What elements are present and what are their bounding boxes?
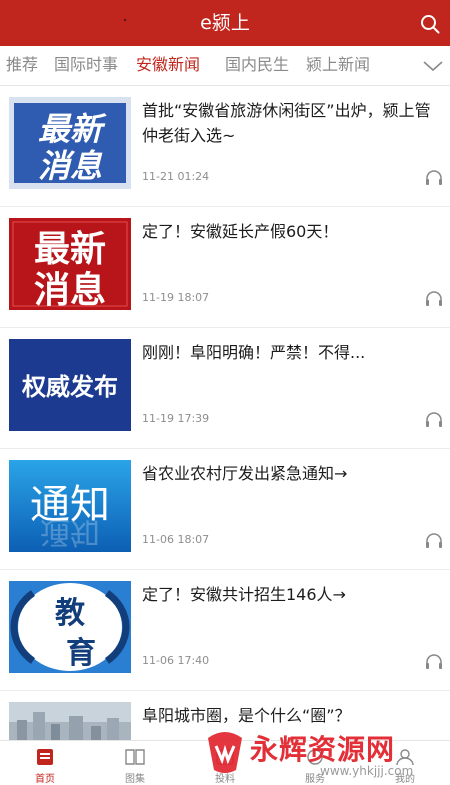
news-headline: 定了！安徽延长产假60天！	[142, 222, 339, 241]
nav-gallery[interactable]: 图集	[90, 741, 180, 785]
headphones-icon[interactable]	[424, 289, 444, 307]
news-time: 11-19 17:39	[142, 412, 210, 425]
svg-text:权威发布: 权威发布	[21, 373, 118, 401]
svg-text:最新: 最新	[34, 229, 106, 270]
search-icon[interactable]	[418, 12, 442, 36]
news-time: 11-19 18:07	[142, 291, 210, 304]
news-headline: 定了！安徽共计招生146人→	[142, 585, 346, 604]
news-headline: 省农业农村厅发出紧急通知→	[142, 464, 348, 483]
news-time: 11-06 18:07	[142, 533, 210, 546]
watermark: 永辉资源网 www.yhkjjj.com	[200, 724, 450, 785]
svg-text:育: 育	[66, 636, 96, 671]
svg-text:通知: 通知	[40, 514, 100, 549]
nav-home[interactable]: 首页	[0, 741, 90, 785]
news-item[interactable]: 通知 通知 省农业农村厅发出紧急通知→ 11-06 18:07	[0, 449, 450, 570]
news-headline: 刚刚！阜阳明确！严禁！不得...	[142, 343, 366, 362]
news-thumbnail: 最新 消息	[9, 218, 131, 310]
news-thumbnail: 权威发布	[9, 339, 131, 431]
tab-international[interactable]: 国际时事	[54, 46, 118, 86]
home-icon	[37, 749, 53, 765]
app-header: e颍上	[0, 0, 450, 46]
svg-text:教: 教	[55, 596, 85, 631]
headphones-icon[interactable]	[424, 410, 444, 428]
svg-text:消息: 消息	[38, 147, 103, 185]
news-item[interactable]: 最新 消息 首批“安徽省旅游休闲街区”出炉，颍上管仲老街入选~ 11-21 01…	[0, 86, 450, 207]
news-thumbnail: 教 育	[9, 581, 131, 673]
headphones-icon[interactable]	[424, 531, 444, 549]
watermark-text: 永辉资源网	[250, 733, 396, 766]
tab-domestic[interactable]: 国内民生	[225, 46, 289, 86]
svg-text:消息: 消息	[34, 270, 106, 310]
news-time: 11-21 01:24	[142, 170, 210, 183]
news-item[interactable]: 教 育 定了！安徽共计招生146人→ 11-06 17:40	[0, 570, 450, 691]
headphones-icon[interactable]	[424, 652, 444, 670]
news-headline: 首批“安徽省旅游休闲街区”出炉，颍上管仲老街入选~	[142, 101, 431, 145]
category-tabs: 推荐 国际时事 安徽新闻 国内民生 颍上新闻	[0, 46, 450, 86]
watermark-url: www.yhkjjj.com	[320, 764, 414, 778]
chevron-down-icon[interactable]	[422, 56, 444, 76]
news-item[interactable]: 最新 消息 定了！安徽延长产假60天！ 11-19 18:07	[0, 207, 450, 328]
tab-recommend[interactable]: 推荐	[6, 46, 38, 86]
news-item[interactable]: 权威发布 刚刚！阜阳明确！严禁！不得... 11-19 17:39	[0, 328, 450, 449]
news-thumbnail: 最新 消息	[9, 97, 131, 189]
tab-anhui-news[interactable]: 安徽新闻	[136, 46, 200, 86]
headphones-icon[interactable]	[424, 168, 444, 186]
news-time: 11-06 17:40	[142, 654, 210, 667]
tab-yingshang-news[interactable]: 颍上新闻	[306, 46, 370, 86]
news-thumbnail: 通知 通知	[9, 460, 131, 552]
gallery-icon	[125, 749, 145, 765]
app-title: e颍上	[200, 12, 250, 34]
thumb-text: 最新	[38, 110, 107, 148]
watermark-logo-icon	[208, 732, 242, 773]
